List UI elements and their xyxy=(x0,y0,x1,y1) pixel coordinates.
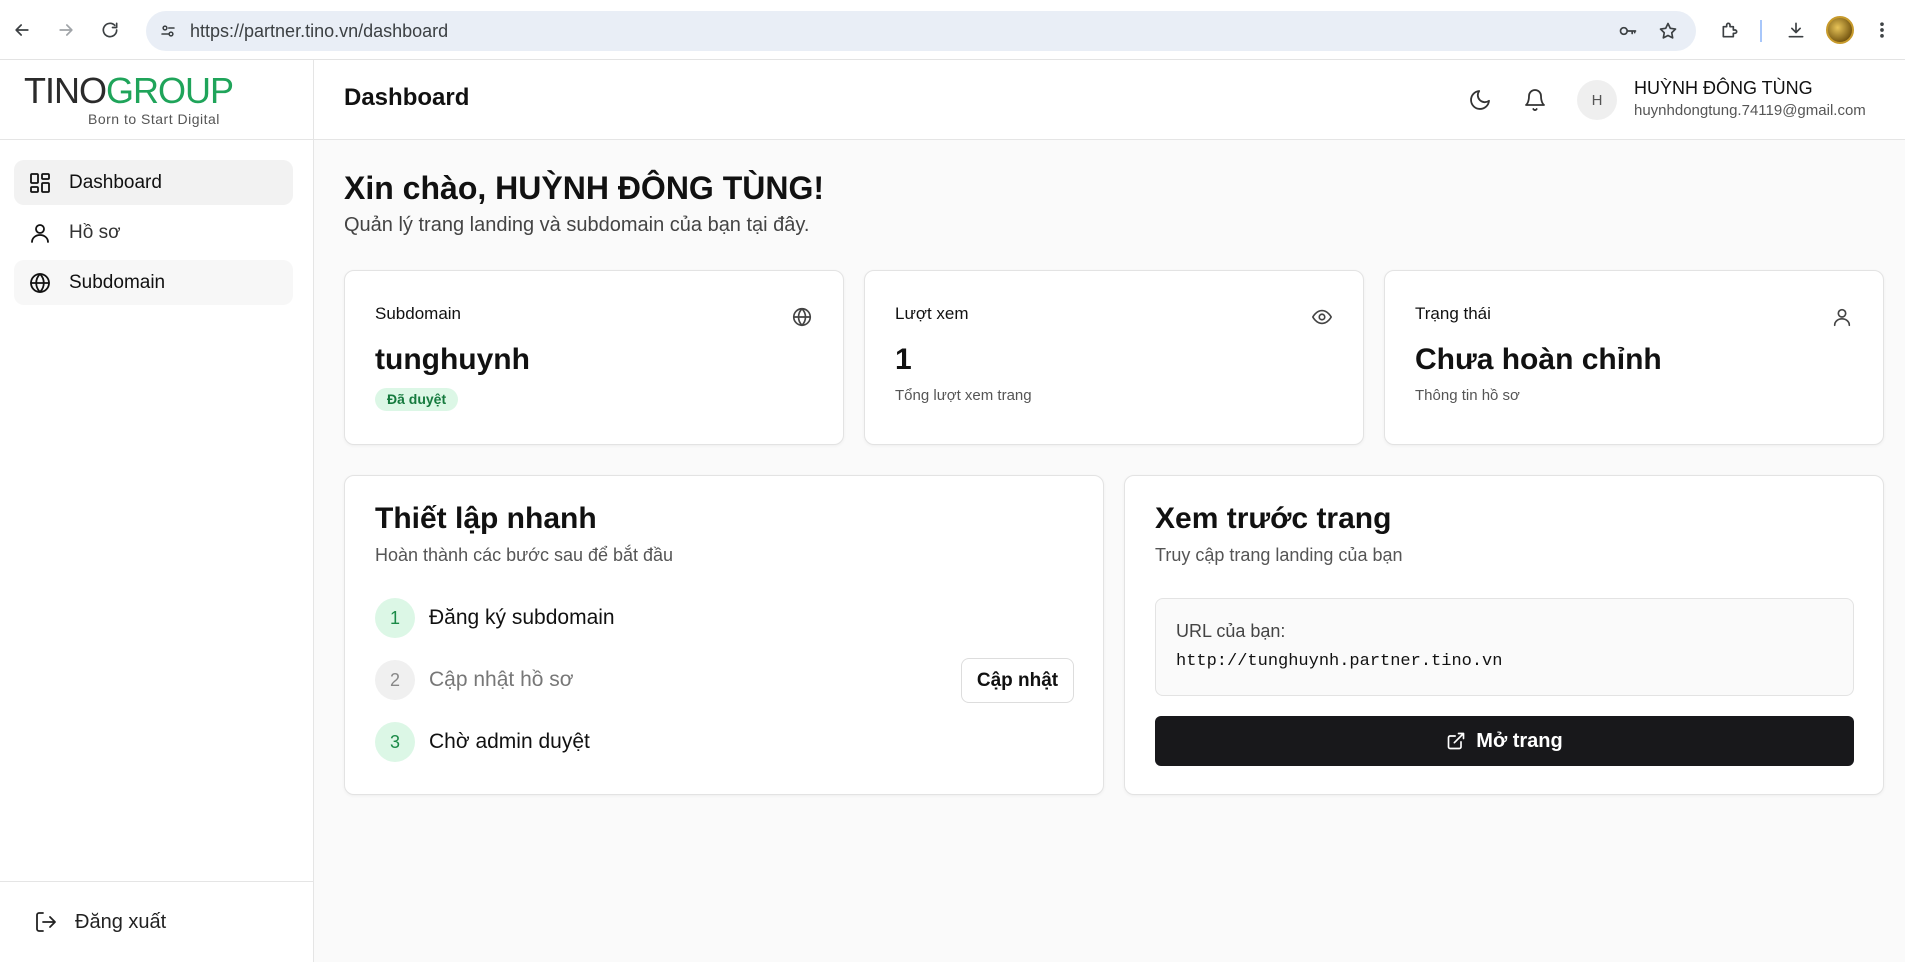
open-page-button[interactable]: Mở trang xyxy=(1155,716,1854,766)
step-number: 1 xyxy=(375,598,415,638)
address-bar[interactable] xyxy=(146,11,1696,51)
globe-icon xyxy=(30,272,50,293)
page-preview-panel: Xem trước trang Truy cập trang landing c… xyxy=(1124,475,1884,795)
forward-icon xyxy=(59,24,73,36)
menu-icon xyxy=(1880,22,1884,38)
profile-avatar[interactable] xyxy=(1826,16,1854,44)
quick-setup-panel: Thiết lập nhanh Hoàn thành các bước sau … xyxy=(344,475,1104,795)
stat-value: tunghuynh xyxy=(375,343,530,376)
step-label: Cập nhật hồ sơ xyxy=(429,668,574,691)
download-icon xyxy=(1788,22,1804,38)
logout-button[interactable]: Đăng xuất xyxy=(0,881,314,962)
user-icon xyxy=(31,223,49,243)
sidebar-item-profile[interactable]: Hồ sơ xyxy=(14,210,293,255)
panel-description: Hoàn thành các bước sau để bắt đầu xyxy=(375,545,674,565)
stat-value: Chưa hoàn chỉnh xyxy=(1415,343,1662,376)
stat-label: Subdomain xyxy=(375,304,462,323)
stat-label: Lượt xem xyxy=(895,304,969,323)
logo-text-tino: TINO xyxy=(24,70,107,111)
moon-icon xyxy=(1470,90,1490,110)
setup-step: 1 Đăng ký subdomain xyxy=(375,598,615,638)
step-label: Chờ admin duyệt xyxy=(429,730,590,753)
extensions-icon xyxy=(1722,22,1738,38)
stat-note: Tổng lượt xem trang xyxy=(895,387,1032,404)
notifications-button[interactable] xyxy=(1517,82,1553,118)
url-input[interactable] xyxy=(190,11,1290,51)
update-profile-button[interactable]: Cập nhật xyxy=(961,658,1074,703)
bookmark-button[interactable] xyxy=(1654,17,1682,45)
sidebar: TINOGROUP Born to Start Digital Dashboar… xyxy=(0,60,314,962)
back-button[interactable] xyxy=(6,14,38,46)
setup-step: 3 Chờ admin duyệt xyxy=(375,722,590,762)
logout-label: Đăng xuất xyxy=(75,910,167,933)
brand-tagline: Born to Start Digital xyxy=(88,111,220,127)
url-display-box: URL của bạn: http://tunghuynh.partner.ti… xyxy=(1155,598,1854,696)
stat-note: Thông tin hồ sơ xyxy=(1415,387,1520,404)
dashboard-icon xyxy=(30,172,50,193)
theme-toggle-button[interactable] xyxy=(1462,82,1498,118)
back-icon xyxy=(15,24,29,36)
status-badge: Đã duyệt xyxy=(375,388,459,411)
bell-icon xyxy=(1525,89,1545,111)
toolbar-divider xyxy=(1760,20,1762,42)
main-content: Xin chào, HUỲNH ĐÔNG TÙNG! Quản lý trang… xyxy=(314,140,1905,962)
top-bar: Dashboard H HUỲNH ĐÔNG TÙNG huynhdongtun… xyxy=(314,60,1905,140)
page-title: Dashboard xyxy=(344,84,470,111)
logout-icon xyxy=(36,912,56,932)
stat-card-subdomain: Subdomain tunghuynh Đã duyệt xyxy=(344,270,844,445)
setup-step: 2 Cập nhật hồ sơ xyxy=(375,660,574,700)
user-icon xyxy=(1831,306,1853,328)
globe-icon xyxy=(791,306,813,328)
password-key-button[interactable] xyxy=(1614,17,1642,45)
star-icon xyxy=(1659,22,1677,39)
greeting-subtitle: Quản lý trang landing và subdomain của b… xyxy=(344,214,810,236)
downloads-button[interactable] xyxy=(1780,14,1812,46)
step-number: 2 xyxy=(375,660,415,700)
greeting-heading: Xin chào, HUỲNH ĐÔNG TÙNG! xyxy=(344,170,825,206)
eye-icon xyxy=(1311,306,1333,328)
panel-title: Xem trước trang xyxy=(1155,502,1392,535)
extensions-button[interactable] xyxy=(1714,14,1746,46)
step-number: 3 xyxy=(375,722,415,762)
sidebar-item-label: Hồ sơ xyxy=(69,221,121,243)
user-name: HUỲNH ĐÔNG TÙNG xyxy=(1634,78,1813,98)
step-label: Đăng ký subdomain xyxy=(429,606,615,629)
stat-card-status: Trạng thái Chưa hoàn chỉnh Thông tin hồ … xyxy=(1384,270,1884,445)
stat-value: 1 xyxy=(895,343,912,376)
sidebar-item-subdomain[interactable]: Subdomain xyxy=(14,260,293,305)
url-value[interactable]: http://tunghuynh.partner.tino.vn xyxy=(1176,652,1502,671)
site-info-button[interactable] xyxy=(154,17,182,45)
logo-text-group: GROUP xyxy=(106,70,234,111)
open-page-label: Mở trang xyxy=(1476,729,1563,752)
logo[interactable]: TINOGROUP xyxy=(24,70,234,112)
key-icon xyxy=(1619,26,1637,36)
sidebar-menu: Dashboard Hồ sơ Subdomain xyxy=(14,160,293,310)
stat-card-views: Lượt xem 1 Tổng lượt xem trang xyxy=(864,270,1364,445)
reload-icon xyxy=(102,22,118,38)
sidebar-item-label: Dashboard xyxy=(69,171,162,193)
user-email: huynhdongtung.74119@gmail.com xyxy=(1634,102,1866,119)
stat-label: Trạng thái xyxy=(1415,304,1491,323)
browser-menu-button[interactable] xyxy=(1866,14,1898,46)
sidebar-item-dashboard[interactable]: Dashboard xyxy=(14,160,293,205)
user-avatar[interactable]: H xyxy=(1577,80,1617,120)
url-label: URL của bạn: xyxy=(1176,621,1286,641)
external-link-icon xyxy=(1447,732,1465,750)
forward-button[interactable] xyxy=(50,14,82,46)
site-info-icon xyxy=(161,25,175,37)
panel-description: Truy cập trang landing của bạn xyxy=(1155,545,1403,565)
sidebar-item-label: Subdomain xyxy=(69,271,166,293)
reload-button[interactable] xyxy=(94,14,126,46)
browser-toolbar xyxy=(0,0,1905,60)
panel-title: Thiết lập nhanh xyxy=(375,502,597,535)
brand-area: TINOGROUP Born to Start Digital xyxy=(0,60,313,140)
